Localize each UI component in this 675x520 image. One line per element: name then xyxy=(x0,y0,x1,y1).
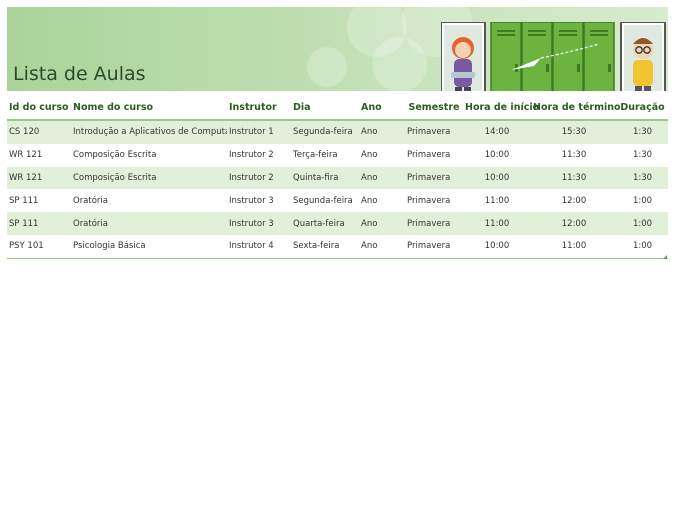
page-title: Lista de Aulas xyxy=(13,63,146,85)
class-list-table-container: Id do curso Nome do curso Instrutor Dia … xyxy=(7,95,668,259)
cell-semester[interactable]: Primavera xyxy=(405,212,463,235)
cell-course-id[interactable]: SP 111 xyxy=(7,212,71,235)
cell-semester[interactable]: Primavera xyxy=(405,120,463,144)
cell-year[interactable]: Ano xyxy=(359,234,405,259)
girl-leg-right xyxy=(464,87,471,91)
bubble-decoration xyxy=(307,47,347,87)
cell-semester[interactable]: Primavera xyxy=(405,143,463,167)
table-row: SP 111 Oratória Instrutor 3 Quarta-feira… xyxy=(7,212,668,235)
cell-duration[interactable]: 1:00 xyxy=(617,189,668,213)
cell-course-name[interactable]: Oratória xyxy=(71,189,227,213)
class-list-table: Id do curso Nome do curso Instrutor Dia … xyxy=(7,95,668,259)
cell-end-time[interactable]: 15:30 xyxy=(531,120,617,144)
lockers-icon xyxy=(490,22,615,91)
cell-end-time[interactable]: 11:00 xyxy=(531,234,617,259)
column-header-day[interactable]: Dia xyxy=(291,95,359,121)
column-header-year[interactable]: Ano xyxy=(359,95,405,121)
girl-book-icon xyxy=(451,72,475,78)
cell-course-id[interactable]: CS 120 xyxy=(7,120,71,144)
cell-year[interactable]: Ano xyxy=(359,189,405,213)
cell-course-name[interactable]: Composição Escrita xyxy=(71,143,227,167)
cell-course-name[interactable]: Introdução a Aplicativos de Computador xyxy=(71,120,227,144)
cell-year[interactable]: Ano xyxy=(359,120,405,144)
table-row: CS 120 Introdução a Aplicativos de Compu… xyxy=(7,120,668,144)
cell-course-name[interactable]: Psicologia Básica xyxy=(71,234,227,259)
cell-start-time[interactable]: 10:00 xyxy=(463,143,531,167)
cell-start-time[interactable]: 10:00 xyxy=(463,234,531,259)
cell-end-time[interactable]: 12:00 xyxy=(531,212,617,235)
students-lockers-illustration xyxy=(441,22,666,91)
boy-leg-right xyxy=(644,86,651,91)
cell-instructor[interactable]: Instrutor 1 xyxy=(227,120,291,144)
cell-year[interactable]: Ano xyxy=(359,143,405,167)
cell-instructor[interactable]: Instrutor 2 xyxy=(227,166,291,190)
cell-duration[interactable]: 1:30 xyxy=(617,143,668,167)
column-header-end-time[interactable]: Hora de término xyxy=(531,95,621,121)
girl-leg-left xyxy=(455,87,462,91)
cell-instructor[interactable]: Instrutor 3 xyxy=(227,189,291,213)
cell-course-id[interactable]: WR 121 xyxy=(7,143,71,167)
cell-day[interactable]: Segunda-feira xyxy=(291,120,359,144)
cell-duration[interactable]: 1:00 xyxy=(617,212,668,235)
table-header-row: Id do curso Nome do curso Instrutor Dia … xyxy=(7,95,668,121)
table-row: PSY 101 Psicologia Básica Instrutor 4 Se… xyxy=(7,234,668,259)
cell-semester[interactable]: Primavera xyxy=(405,166,463,190)
cell-course-id[interactable]: SP 111 xyxy=(7,189,71,213)
cell-instructor[interactable]: Instrutor 4 xyxy=(227,234,291,259)
column-header-duration[interactable]: Duração xyxy=(617,95,668,121)
boy-leg-left xyxy=(635,86,642,91)
cell-year[interactable]: Ano xyxy=(359,166,405,190)
cell-course-name[interactable]: Oratória xyxy=(71,212,227,235)
cell-day[interactable]: Quinta-fira xyxy=(291,166,359,190)
cell-start-time[interactable]: 11:00 xyxy=(463,189,531,213)
cell-end-time[interactable]: 11:30 xyxy=(531,143,617,167)
cell-course-name[interactable]: Composição Escrita xyxy=(71,166,227,190)
girl-face-icon xyxy=(455,42,471,58)
column-header-course-name[interactable]: Nome do curso xyxy=(71,95,227,121)
table-row: SP 111 Oratória Instrutor 3 Segunda-feir… xyxy=(7,189,668,213)
column-header-semester[interactable]: Semestre xyxy=(405,95,463,121)
cell-semester[interactable]: Primavera xyxy=(405,189,463,213)
cell-course-id[interactable]: WR 121 xyxy=(7,166,71,190)
cell-instructor[interactable]: Instrutor 3 xyxy=(227,212,291,235)
table-row: WR 121 Composição Escrita Instrutor 2 Te… xyxy=(7,143,668,167)
cell-day[interactable]: Terça-feira xyxy=(291,143,359,167)
cell-day[interactable]: Sexta-feira xyxy=(291,234,359,259)
boy-body-icon xyxy=(633,60,653,86)
cell-semester[interactable]: Primavera xyxy=(405,234,463,259)
cell-day[interactable]: Quarta-feira xyxy=(291,212,359,235)
column-header-start-time[interactable]: Hora de início xyxy=(463,95,539,121)
cell-end-time[interactable]: 12:00 xyxy=(531,189,617,213)
cell-year[interactable]: Ano xyxy=(359,212,405,235)
column-header-course-id[interactable]: Id do curso xyxy=(7,95,71,121)
header-banner: Lista de Aulas xyxy=(7,7,668,91)
cell-duration[interactable]: 1:30 xyxy=(617,120,668,144)
cell-start-time[interactable]: 14:00 xyxy=(463,120,531,144)
column-header-instructor[interactable]: Instrutor xyxy=(227,95,291,121)
cell-start-time[interactable]: 10:00 xyxy=(463,166,531,190)
cell-duration[interactable]: 1:00 xyxy=(617,234,668,259)
cell-start-time[interactable]: 11:00 xyxy=(463,212,531,235)
cell-day[interactable]: Segunda-feira xyxy=(291,189,359,213)
table-resize-handle[interactable] xyxy=(663,255,667,259)
cell-instructor[interactable]: Instrutor 2 xyxy=(227,143,291,167)
cell-course-id[interactable]: PSY 101 xyxy=(7,234,71,259)
table-row: WR 121 Composição Escrita Instrutor 2 Qu… xyxy=(7,166,668,190)
cell-end-time[interactable]: 11:30 xyxy=(531,166,617,190)
cell-duration[interactable]: 1:30 xyxy=(617,166,668,190)
